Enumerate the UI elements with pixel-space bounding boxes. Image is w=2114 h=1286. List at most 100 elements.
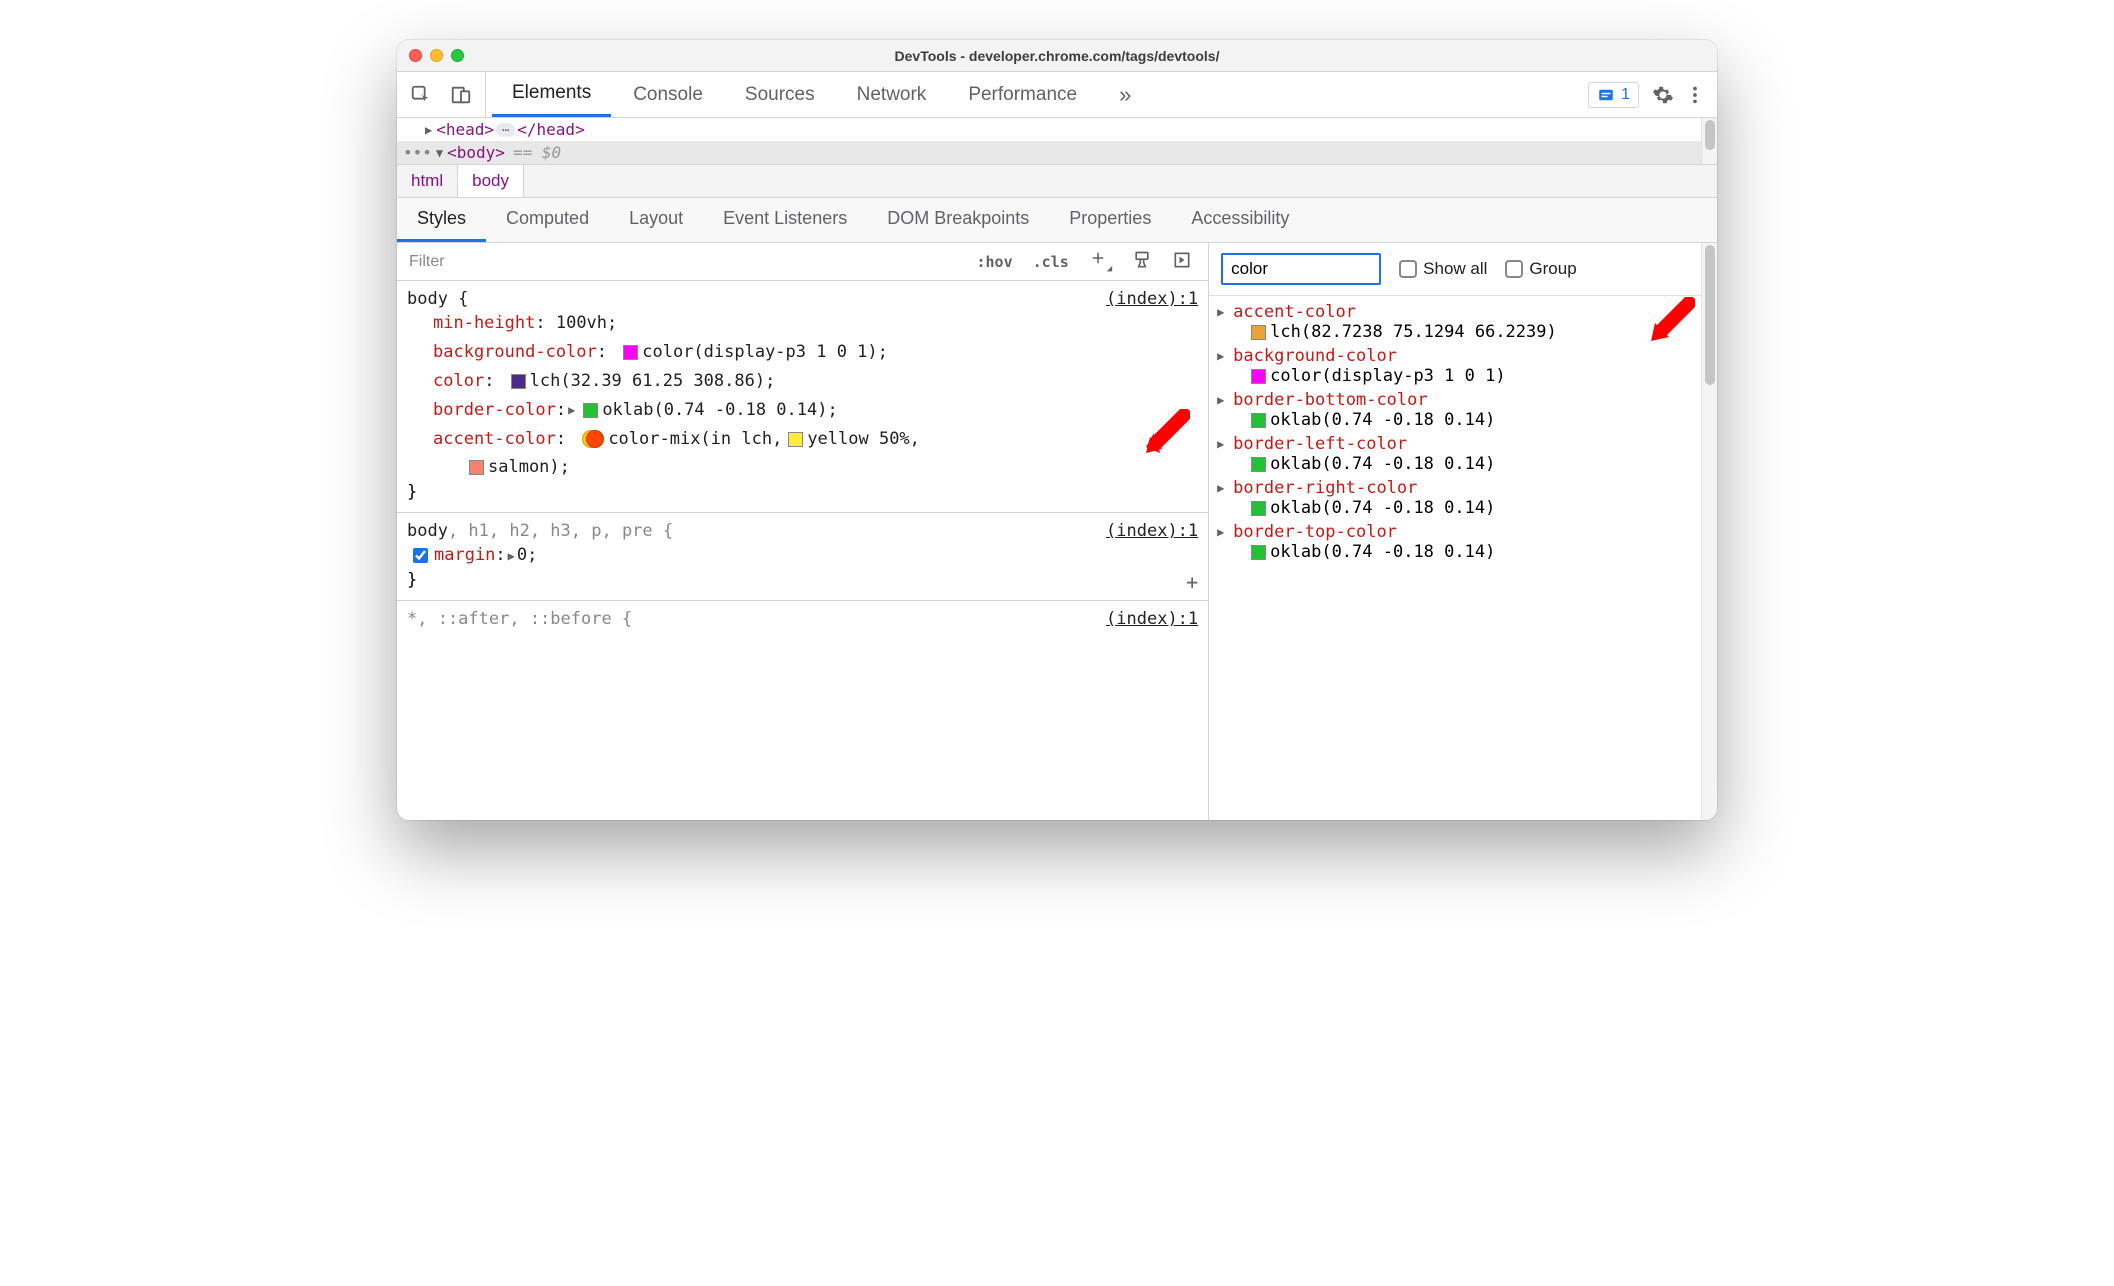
expand-triangle-icon[interactable]: ▶ (1217, 481, 1229, 495)
subtab-dom-breakpoints[interactable]: DOM Breakpoints (867, 198, 1049, 242)
tab-performance[interactable]: Performance (948, 72, 1097, 117)
group-checkbox[interactable]: Group (1505, 259, 1576, 279)
show-all-checkbox[interactable]: Show all (1399, 259, 1487, 279)
color-swatch[interactable] (1251, 545, 1266, 560)
decl-background-color[interactable]: background-color: color(display-p3 1 0 1… (407, 338, 1198, 367)
styles-rules-list[interactable]: body { (index):1 min-height: 100vh; back… (397, 281, 1208, 820)
hov-button[interactable]: :hov (970, 251, 1018, 273)
styles-filter-input[interactable] (397, 243, 960, 280)
dom-body-open: <body> (447, 143, 505, 162)
tab-network[interactable]: Network (837, 72, 947, 117)
collapse-pill-icon[interactable]: ⋯ (496, 123, 515, 137)
color-swatch[interactable] (1251, 501, 1266, 516)
styles-split: :hov .cls ◢ body { (397, 243, 1717, 820)
annotation-arrow-icon (1645, 297, 1695, 347)
decl-accent-color[interactable]: accent-color: color-mix(in lch, yellow 5… (407, 425, 1198, 454)
color-swatch[interactable] (1251, 369, 1266, 384)
main-panel-tabs: Elements Console Sources Network Perform… (486, 72, 1580, 117)
new-rule-button[interactable]: ◢ (1083, 247, 1118, 276)
crumb-html[interactable]: html (397, 165, 458, 197)
computed-item[interactable]: ▶border-right-color oklab(0.74 -0.18 0.1… (1209, 476, 1701, 520)
rule-source-link[interactable]: (index):1 (1106, 609, 1198, 629)
rule-selector[interactable]: body { (407, 289, 468, 309)
rule-body-group: body, h1, h2, h3, p, pre { (index):1 mar… (397, 513, 1208, 601)
checkbox-icon[interactable] (1399, 260, 1417, 278)
dom-head-close: </head> (517, 120, 584, 139)
styles-subtabs: Styles Computed Layout Event Listeners D… (397, 198, 1717, 243)
rule-source-link[interactable]: (index):1 (1106, 289, 1198, 309)
color-swatch[interactable] (1251, 457, 1266, 472)
window-title: DevTools - developer.chrome.com/tags/dev… (397, 48, 1717, 64)
styles-filter-bar: :hov .cls ◢ (397, 243, 1208, 281)
issues-count: 1 (1621, 86, 1630, 104)
color-swatch[interactable] (1251, 325, 1266, 340)
toggle-computed-icon[interactable] (1166, 248, 1198, 276)
styles-pane: :hov .cls ◢ body { (397, 243, 1209, 820)
computed-item[interactable]: ▶border-left-color oklab(0.74 -0.18 0.14… (1209, 432, 1701, 476)
add-declaration-button[interactable]: + (1186, 570, 1198, 594)
dom-tree[interactable]: ▶ <head> ⋯ </head> ••• ▼ <body> == $0 (397, 118, 1717, 164)
color-swatch[interactable] (1251, 413, 1266, 428)
paint-brush-icon[interactable] (1126, 248, 1158, 276)
computed-properties-list[interactable]: ▶accent-color lch(82.7238 75.1294 66.223… (1209, 296, 1717, 820)
color-mix-swatch-icon[interactable] (582, 430, 604, 448)
subtab-event-listeners[interactable]: Event Listeners (703, 198, 867, 242)
issues-chip[interactable]: 1 (1588, 82, 1639, 108)
decl-accent-color-cont[interactable]: salmon); (407, 453, 1198, 482)
color-swatch[interactable] (623, 345, 638, 360)
rule-close: } (407, 570, 1198, 590)
subtab-styles[interactable]: Styles (397, 198, 486, 242)
decl-enable-checkbox[interactable] (413, 548, 428, 563)
subtab-accessibility[interactable]: Accessibility (1171, 198, 1309, 242)
computed-item[interactable]: ▶accent-color lch(82.7238 75.1294 66.223… (1209, 300, 1701, 344)
rule-selector[interactable]: body, h1, h2, h3, p, pre { (407, 521, 673, 541)
expand-triangle-icon[interactable]: ▶ (1217, 305, 1229, 319)
decl-min-height[interactable]: min-height: 100vh; (407, 309, 1198, 338)
more-menu-icon[interactable] (1681, 81, 1709, 109)
tab-console[interactable]: Console (613, 72, 723, 117)
expand-triangle-icon[interactable]: ▶ (1217, 393, 1229, 407)
tab-elements[interactable]: Elements (492, 72, 611, 117)
subtab-computed[interactable]: Computed (486, 198, 609, 242)
dom-scrollbar[interactable] (1701, 118, 1717, 164)
expand-shorthand-icon[interactable]: ▶ (508, 546, 515, 566)
device-toolbar-icon[interactable] (447, 81, 475, 109)
titlebar: DevTools - developer.chrome.com/tags/dev… (397, 40, 1717, 72)
crumb-body[interactable]: body (458, 165, 524, 197)
rule-universal: *, ::after, ::before { (index):1 (397, 601, 1208, 639)
settings-icon[interactable] (1649, 81, 1677, 109)
expand-triangle-icon[interactable]: ▶ (425, 123, 432, 137)
expand-triangle-icon[interactable]: ▶ (1217, 525, 1229, 539)
breadcrumb: html body (397, 164, 1717, 198)
color-swatch[interactable] (511, 374, 526, 389)
computed-item[interactable]: ▶border-bottom-color oklab(0.74 -0.18 0.… (1209, 388, 1701, 432)
rule-source-link[interactable]: (index):1 (1106, 521, 1198, 541)
cls-button[interactable]: .cls (1027, 251, 1075, 273)
expand-shorthand-icon[interactable]: ▶ (568, 400, 575, 420)
color-swatch[interactable] (788, 432, 803, 447)
computed-item[interactable]: ▶background-color color(display-p3 1 0 1… (1209, 344, 1701, 388)
rule-selector[interactable]: *, ::after, ::before { (407, 609, 632, 629)
decl-color[interactable]: color: lch(32.39 61.25 308.86); (407, 367, 1198, 396)
inspect-element-icon[interactable] (407, 81, 435, 109)
collapse-triangle-icon[interactable]: ▼ (436, 146, 443, 160)
computed-scrollbar[interactable] (1701, 243, 1717, 820)
main-toolbar: Elements Console Sources Network Perform… (397, 72, 1717, 118)
checkbox-icon[interactable] (1505, 260, 1523, 278)
rule-body: body { (index):1 min-height: 100vh; back… (397, 281, 1208, 513)
computed-filter-input[interactable] (1221, 253, 1381, 285)
rule-close: } (407, 482, 1198, 502)
decl-border-color[interactable]: border-color: ▶ oklab(0.74 -0.18 0.14); (407, 396, 1198, 425)
color-swatch[interactable] (469, 460, 484, 475)
decl-margin[interactable]: margin: ▶ 0; (407, 541, 1198, 570)
expand-triangle-icon[interactable]: ▶ (1217, 349, 1229, 363)
expand-triangle-icon[interactable]: ▶ (1217, 437, 1229, 451)
subtab-properties[interactable]: Properties (1049, 198, 1171, 242)
tab-sources[interactable]: Sources (725, 72, 835, 117)
computed-header: Show all Group (1209, 243, 1717, 296)
tabs-overflow-button[interactable]: » (1099, 72, 1151, 117)
subtab-layout[interactable]: Layout (609, 198, 703, 242)
color-swatch[interactable] (583, 403, 598, 418)
gutter-dots: ••• (403, 143, 432, 162)
computed-item[interactable]: ▶border-top-color oklab(0.74 -0.18 0.14) (1209, 520, 1701, 564)
